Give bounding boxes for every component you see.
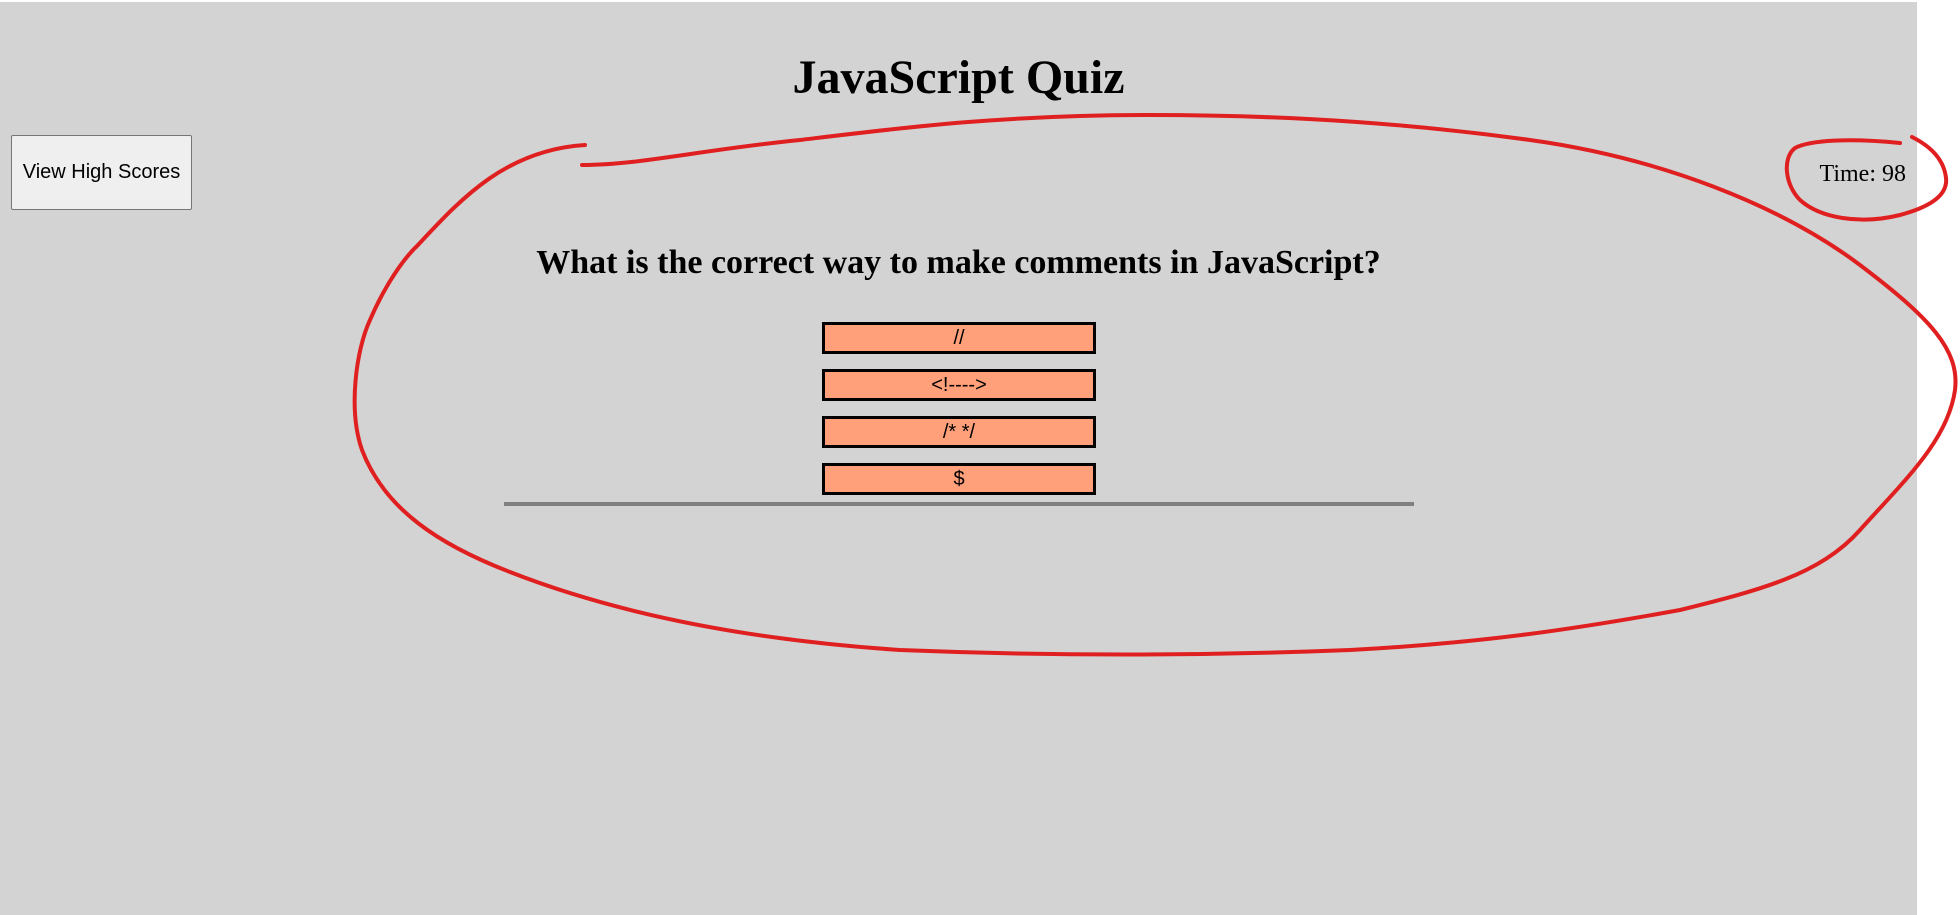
view-high-scores-button[interactable]: View High Scores [11,135,192,210]
quiz-app: JavaScript Quiz View High Scores Time: 9… [0,2,1917,915]
answer-button-3[interactable]: /* */ [822,416,1096,448]
answer-button-2[interactable]: <!----> [822,369,1096,401]
result-divider [504,502,1414,506]
question-text: What is the correct way to make comments… [536,244,1381,281]
answer-button-4[interactable]: $ [822,463,1096,495]
page: JavaScript Quiz View High Scores Time: 9… [0,0,1960,915]
answer-button-1[interactable]: // [822,322,1096,354]
timer-display: Time: 98 [1819,161,1906,187]
page-title: JavaScript Quiz [792,51,1125,104]
